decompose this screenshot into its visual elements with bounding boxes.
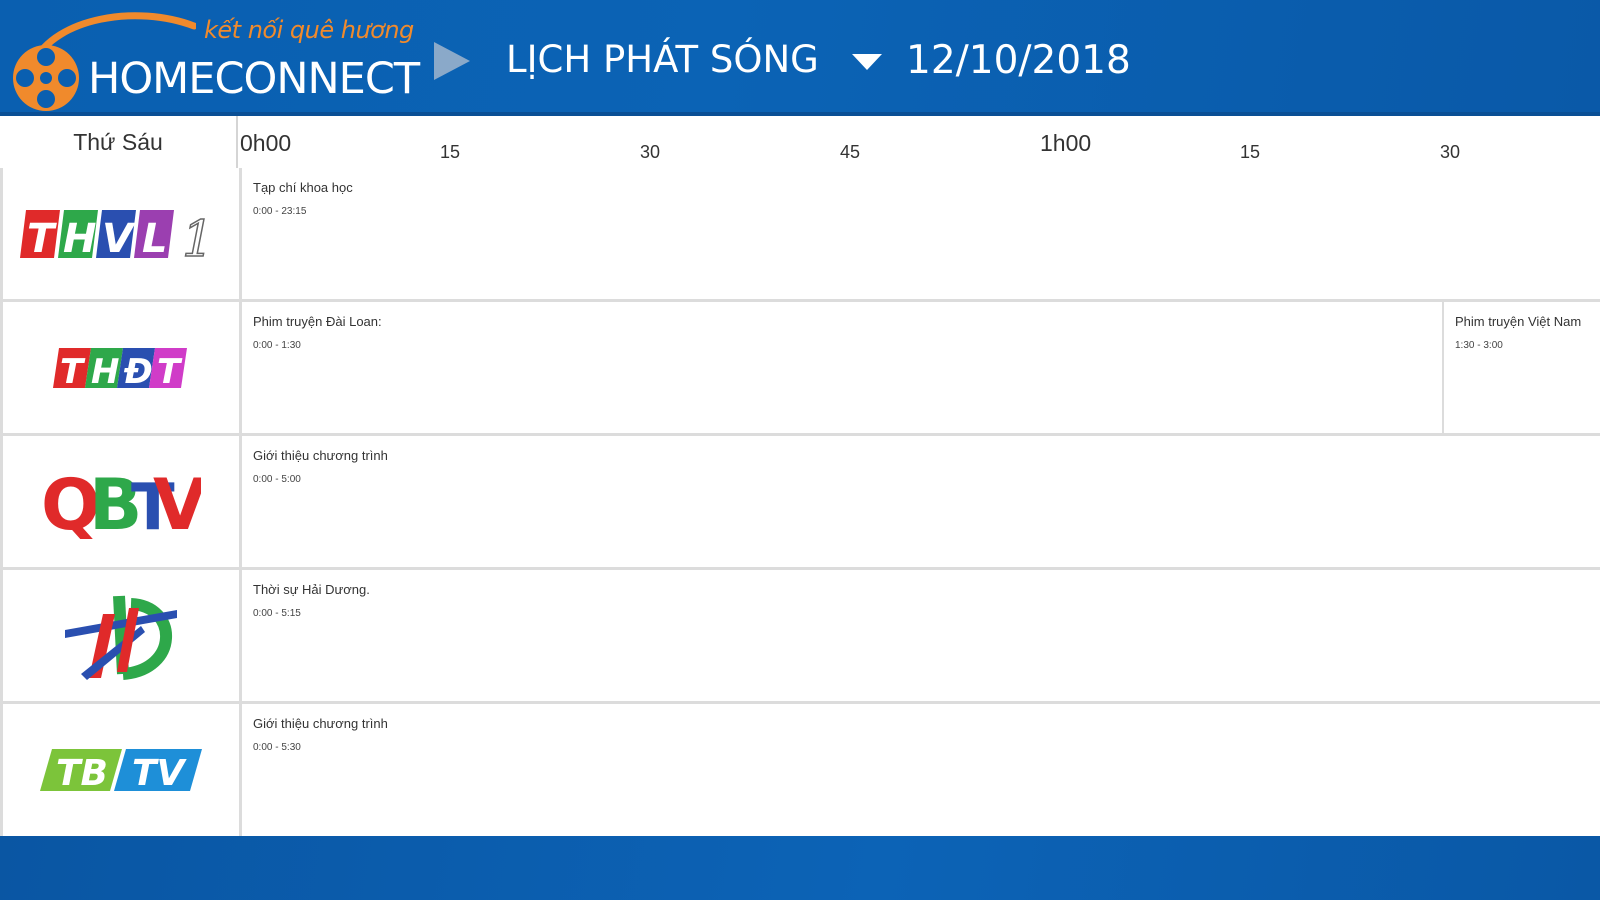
thd-logo-icon xyxy=(65,595,177,680)
program-title: Thời sự Hải Dương. xyxy=(253,582,370,597)
channel-row: Q B T V Giới thiệu chương trình 0:00 - 5… xyxy=(0,436,1600,570)
program-title: Giới thiệu chương trình xyxy=(253,448,388,463)
thdt-logo-icon: T H Đ T xyxy=(53,347,187,392)
schedule-grid: T H V L 1 Tạp chí khoa học 0:00 - 23:15 … xyxy=(0,168,1600,836)
logo-name: HOMECONNECT xyxy=(88,54,420,104)
program-block[interactable]: Phim truyện Việt Nam 1:30 - 3:00 xyxy=(1444,302,1600,433)
chevron-down-icon xyxy=(852,54,882,70)
svg-text:1: 1 xyxy=(182,210,214,264)
logo-letter: T xyxy=(27,216,57,262)
play-icon xyxy=(434,42,470,80)
time-tick: 1h00 xyxy=(1040,130,1092,156)
channel-logo-cell[interactable]: Q B T V xyxy=(0,436,242,567)
selected-date: 12/10/2018 xyxy=(906,38,1131,83)
timeline-header: Thứ Sáu 0h00 15 30 45 1h00 15 30 xyxy=(0,116,1600,170)
homeconnect-logo[interactable]: kết nối quê hương HOMECONNECT xyxy=(6,4,426,112)
thvl1-logo-icon: T H V L 1 xyxy=(20,209,215,264)
channel-logo-cell[interactable] xyxy=(0,570,242,701)
logo-tagline: kết nối quê hương xyxy=(204,16,414,44)
program-title: Tạp chí khoa học xyxy=(253,180,353,195)
svg-text:T: T xyxy=(60,352,86,392)
program-block[interactable]: Thời sự Hải Dương. 0:00 - 5:15 xyxy=(242,570,1600,701)
page-title: LỊCH PHÁT SÓNG xyxy=(506,38,819,81)
channel-row: T H Đ T Phim truyện Đài Loan: 0:00 - 1:3… xyxy=(0,302,1600,436)
svg-text:T: T xyxy=(157,352,183,392)
svg-text:L: L xyxy=(142,216,168,262)
time-tick: 15 xyxy=(440,142,461,162)
time-tick: 30 xyxy=(1440,142,1461,162)
svg-text:V: V xyxy=(102,216,136,262)
time-tick: 15 xyxy=(1240,142,1261,162)
svg-text:V: V xyxy=(153,465,201,539)
program-block[interactable]: Giới thiệu chương trình 0:00 - 5:00 xyxy=(242,436,1600,567)
program-title: Phim truyện Việt Nam xyxy=(1455,314,1582,329)
svg-text:H: H xyxy=(63,216,96,262)
program-block[interactable]: Tạp chí khoa học 0:00 - 23:15 xyxy=(242,168,1600,299)
day-label: Thứ Sáu xyxy=(0,116,238,168)
program-time: 1:30 - 3:00 xyxy=(1455,340,1503,351)
channel-row: TB TV Giới thiệu chương trình 0:00 - 5:3… xyxy=(0,704,1600,836)
app-header: kết nối quê hương HOMECONNECT LỊCH PHÁT … xyxy=(0,0,1600,116)
channel-row: Thời sự Hải Dương. 0:00 - 5:15 xyxy=(0,570,1600,704)
tbtv-logo-icon: TB TV xyxy=(40,749,202,794)
channel-logo-cell[interactable]: TB TV xyxy=(0,704,242,836)
channel-logo-cell[interactable]: T H V L 1 xyxy=(0,168,242,299)
program-title: Phim truyện Đài Loan: xyxy=(253,314,382,329)
qbtv-logo-icon: Q B T V xyxy=(41,465,201,539)
program-time: 0:00 - 1:30 xyxy=(253,340,301,351)
app-footer xyxy=(0,836,1600,900)
film-reel-icon xyxy=(13,45,79,111)
program-time: 0:00 - 5:15 xyxy=(253,608,301,619)
svg-text:TV: TV xyxy=(132,753,188,794)
program-block[interactable]: Phim truyện Đài Loan: 0:00 - 1:30 xyxy=(242,302,1444,433)
program-time: 0:00 - 5:30 xyxy=(253,742,301,753)
program-time: 0:00 - 5:00 xyxy=(253,474,301,485)
svg-text:H: H xyxy=(91,352,119,392)
time-tick: 30 xyxy=(640,142,661,162)
program-block[interactable]: Giới thiệu chương trình 0:00 - 5:30 xyxy=(242,704,1600,836)
svg-text:Đ: Đ xyxy=(123,352,153,392)
program-title: Giới thiệu chương trình xyxy=(253,716,388,731)
program-time: 0:00 - 23:15 xyxy=(253,206,307,217)
channel-logo-cell[interactable]: T H Đ T xyxy=(0,302,242,433)
time-tick: 45 xyxy=(840,142,861,162)
channel-row: T H V L 1 Tạp chí khoa học 0:00 - 23:15 xyxy=(0,168,1600,302)
time-tick: 0h00 xyxy=(240,130,292,156)
svg-text:TB: TB xyxy=(56,753,108,794)
